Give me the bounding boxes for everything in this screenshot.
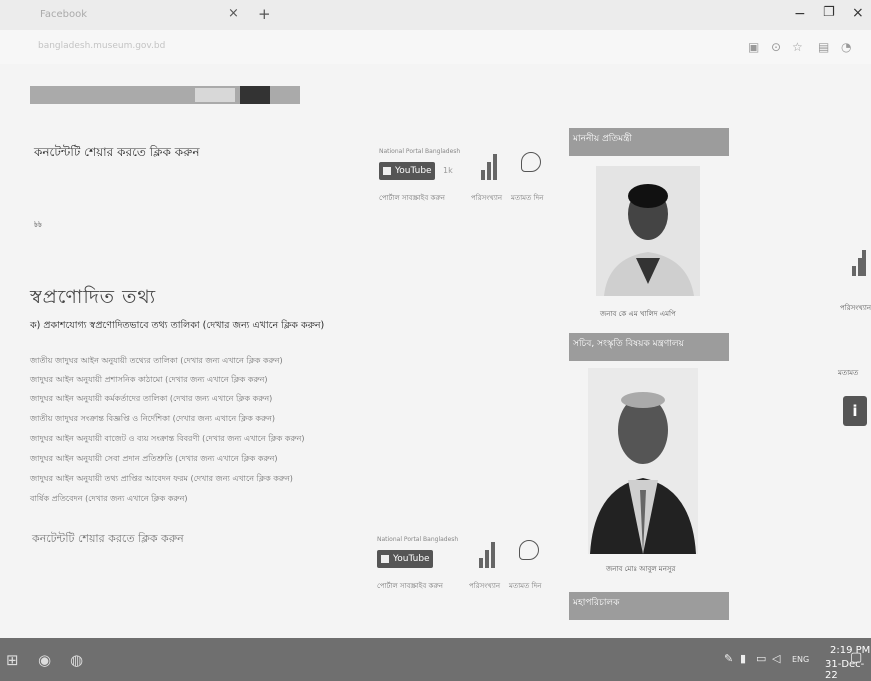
director-heading: মহাপরিচালক <box>569 592 729 620</box>
social-block-bottom: National Portal Bangladesh YouTube পোর্ট… <box>377 536 577 596</box>
section-subheading-link[interactable]: ক) প্রকাশযোগ্য স্বপ্রণোদিতভাবে তথ্য তালি… <box>30 319 324 334</box>
youtube-label: YouTube <box>395 166 432 176</box>
translate-icon[interactable]: ⊙ <box>771 40 781 54</box>
list-item[interactable]: জাতীয় জাদুঘর সংক্রান্ত বিজ্ঞপ্তি ও নির্… <box>30 413 275 426</box>
maximize-button[interactable]: ❐ <box>823 5 835 20</box>
volume-icon[interactable]: ◁ <box>772 652 780 665</box>
profile-icon[interactable]: ◔ <box>841 40 851 54</box>
browser-taskbar-icon[interactable]: ◉ <box>38 651 51 669</box>
play-icon <box>383 167 391 175</box>
list-item[interactable]: জাদুঘর আইন অনুযায়ী কর্মকর্তাদের তালিকা … <box>30 393 272 406</box>
info-button[interactable]: i <box>843 396 867 426</box>
network-icon[interactable]: ▭ <box>756 652 766 665</box>
share-content-link-bottom[interactable]: কনটেন্টটি শেয়ার করতে ক্লিক করুন <box>32 530 184 549</box>
list-item[interactable]: বার্ষিক প্রতিবেদন (দেখার জন্য এখানে ক্লি… <box>30 493 187 506</box>
minister-heading: মাননীয় প্রতিমন্ত্রী <box>569 128 729 156</box>
feedback-icon[interactable] <box>519 540 539 560</box>
stats-link[interactable]: পরিসংখ্যান <box>471 192 502 204</box>
stats-icon[interactable] <box>479 542 495 568</box>
list-item[interactable]: জাদুঘর আইন অনুযায়ী প্রশাসনিক কাঠামো (দে… <box>30 374 268 387</box>
windows-start-icon[interactable]: ⊞ <box>6 651 19 669</box>
minimize-button[interactable]: − <box>794 6 806 22</box>
battery-icon[interactable]: ▮ <box>740 652 746 665</box>
share-content-link[interactable]: কনটেন্টটি শেয়ার করতে ক্লিক করুন <box>34 144 200 164</box>
subscribe-link[interactable]: পোর্টাল সাবস্ক্রাইব করুন <box>377 580 443 592</box>
reading-list-icon[interactable]: ▤ <box>818 40 829 54</box>
play-icon <box>381 555 389 563</box>
portal-label: National Portal Bangladesh <box>379 148 461 155</box>
subscriber-count: 1k <box>443 166 453 175</box>
youtube-button[interactable]: YouTube <box>379 162 435 180</box>
subscribe-link[interactable]: পোর্টাল সাবস্ক্রাইব করুন <box>379 192 445 204</box>
youtube-button[interactable]: YouTube <box>377 550 433 568</box>
list-item[interactable]: জাদুঘর আইন অনুযায়ী তথ্য প্রাপ্তির আবেদন… <box>30 473 293 486</box>
star-icon[interactable]: ☆ <box>792 40 803 54</box>
stats-link[interactable]: পরিসংখ্যান <box>469 580 500 592</box>
banner-segment <box>195 88 235 102</box>
stats-icon[interactable] <box>481 154 497 180</box>
section-heading: স্বপ্রণোদিত তথ্য <box>30 286 157 308</box>
feedback-label[interactable]: মতামত <box>838 367 858 379</box>
list-item[interactable]: জাদুঘর আইন অনুযায়ী সেবা প্রদান প্রতিশ্র… <box>30 453 278 466</box>
banner-segment-dark <box>240 86 270 104</box>
tab-title: Facebook <box>40 9 87 20</box>
extension-icon[interactable]: ▣ <box>748 40 759 54</box>
new-tab-button[interactable]: + <box>258 5 271 23</box>
minister-photo <box>596 166 700 296</box>
secretary-heading: সচিব, সংস্কৃতি বিষয়ক মন্ত্রণালয় <box>569 333 729 361</box>
feedback-link[interactable]: মতামত দিন <box>511 192 543 204</box>
tab-close-button[interactable]: × <box>228 6 239 21</box>
stats-label[interactable]: পরিসংখ্যান <box>840 302 871 314</box>
social-block-top: National Portal Bangladesh YouTube 1k পো… <box>379 148 579 208</box>
youtube-label: YouTube <box>393 554 430 564</box>
secretary-photo <box>588 368 698 554</box>
clock-date[interactable]: 31-Dec-22 <box>825 659 871 681</box>
language-indicator[interactable]: ENG <box>792 655 809 664</box>
portal-label: National Portal Bangladesh <box>377 536 459 543</box>
browser-tab[interactable]: Facebook <box>40 4 250 26</box>
list-item[interactable]: জাদুঘর আইন অনুযায়ী বাজেট ও ব্যয় সংক্রা… <box>30 433 305 446</box>
notification-icon[interactable]: ▢ <box>850 650 862 665</box>
feedback-icon[interactable] <box>521 152 541 172</box>
secretary-caption: জনাব মোঃ আবুল মনসুর <box>606 565 676 573</box>
list-item[interactable]: জাতীয় জাদুঘর আইন অনুযায়ী তথ্যের তালিকা… <box>30 355 283 368</box>
small-mark: ৳৳ <box>34 220 42 229</box>
close-window-button[interactable]: × <box>852 5 864 21</box>
pen-icon[interactable]: ✎ <box>724 652 733 665</box>
url-input[interactable]: bangladesh.museum.gov.bd <box>38 41 165 51</box>
stats-icon[interactable] <box>852 250 866 276</box>
feedback-link[interactable]: মতামত দিন <box>509 580 541 592</box>
minister-caption: জনাব কে এম খালিদ এমপি <box>600 310 676 318</box>
chrome-taskbar-icon[interactable]: ◍ <box>70 651 83 669</box>
